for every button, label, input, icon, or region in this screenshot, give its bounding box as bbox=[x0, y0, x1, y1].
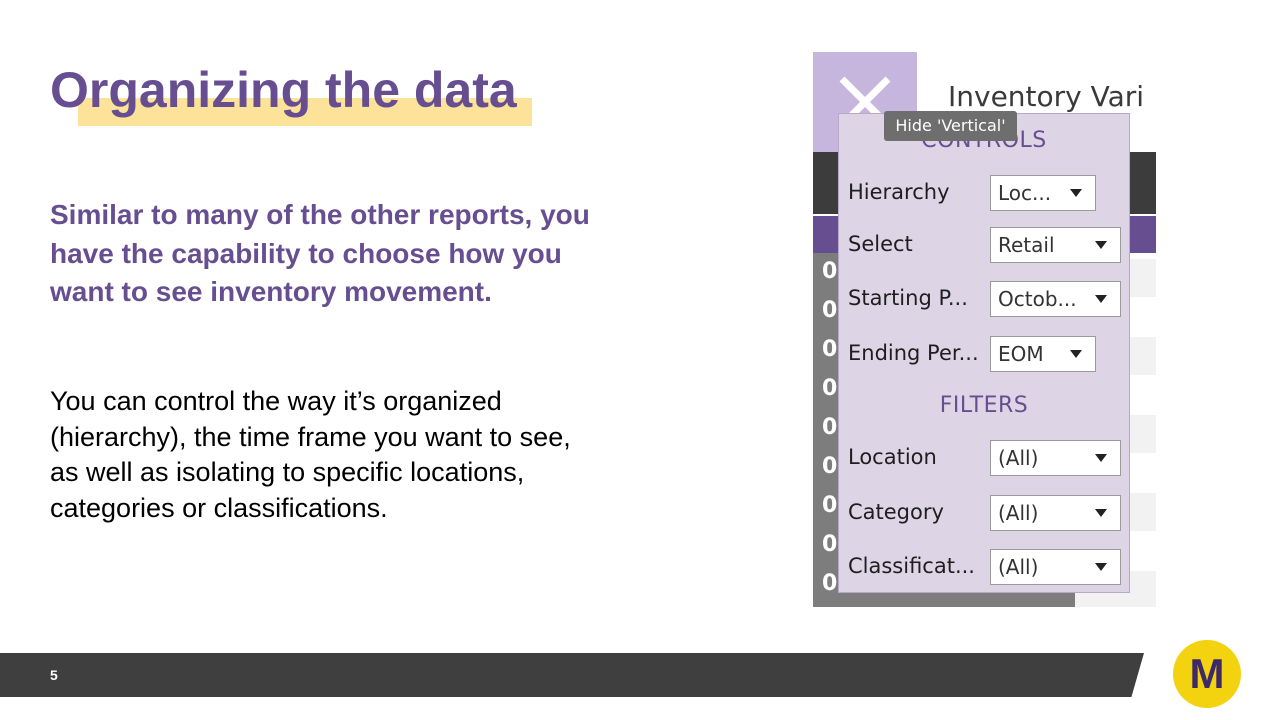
starting-period-label: Starting P... bbox=[848, 286, 968, 310]
report-title: Inventory Vari bbox=[948, 80, 1145, 113]
hierarchy-value: Loc... bbox=[998, 181, 1052, 205]
classification-value: (All) bbox=[998, 555, 1039, 579]
chevron-down-icon bbox=[1095, 241, 1107, 249]
hide-vertical-tooltip: Hide 'Vertical' bbox=[884, 111, 1017, 141]
ending-period-label: Ending Per... bbox=[848, 341, 979, 365]
ending-period-value: EOM bbox=[998, 342, 1044, 366]
ending-period-dropdown[interactable]: EOM bbox=[990, 336, 1096, 372]
starting-period-dropdown[interactable]: Octob... bbox=[990, 281, 1121, 317]
select-dropdown[interactable]: Retail bbox=[990, 227, 1121, 263]
title-block: Organizing the data bbox=[50, 58, 532, 126]
hierarchy-dropdown[interactable]: Loc... bbox=[990, 175, 1096, 211]
chevron-down-icon bbox=[1095, 295, 1107, 303]
location-label: Location bbox=[848, 445, 937, 469]
logo-letter: M bbox=[1189, 650, 1225, 697]
category-value: (All) bbox=[998, 501, 1039, 525]
category-label: Category bbox=[848, 500, 944, 524]
body-paragraph: You can control the way it’s organized (… bbox=[50, 386, 571, 523]
chevron-down-icon bbox=[1095, 454, 1107, 462]
controls-panel: CONTROLS Hierarchy Loc... Select Retail … bbox=[838, 113, 1130, 593]
hierarchy-label: Hierarchy bbox=[848, 180, 950, 204]
filters-heading: FILTERS bbox=[939, 393, 1029, 418]
classification-label: Classificat... bbox=[848, 554, 975, 578]
page-number: 5 bbox=[50, 667, 58, 683]
chevron-down-icon bbox=[1095, 509, 1107, 517]
location-dropdown[interactable]: (All) bbox=[990, 440, 1121, 476]
location-value: (All) bbox=[998, 446, 1039, 470]
starting-period-value: Octob... bbox=[998, 287, 1077, 311]
lead-paragraph: Similar to many of the other reports, yo… bbox=[50, 199, 590, 307]
chevron-down-icon bbox=[1070, 189, 1082, 197]
brand-logo: M bbox=[1173, 640, 1241, 708]
classification-dropdown[interactable]: (All) bbox=[990, 549, 1121, 585]
chevron-down-icon bbox=[1095, 563, 1107, 571]
category-dropdown[interactable]: (All) bbox=[990, 495, 1121, 531]
select-value: Retail bbox=[998, 233, 1055, 257]
chevron-down-icon bbox=[1070, 350, 1082, 358]
select-label: Select bbox=[848, 232, 913, 256]
slide-title: Organizing the data bbox=[50, 62, 517, 118]
footer-bar bbox=[0, 653, 1144, 697]
